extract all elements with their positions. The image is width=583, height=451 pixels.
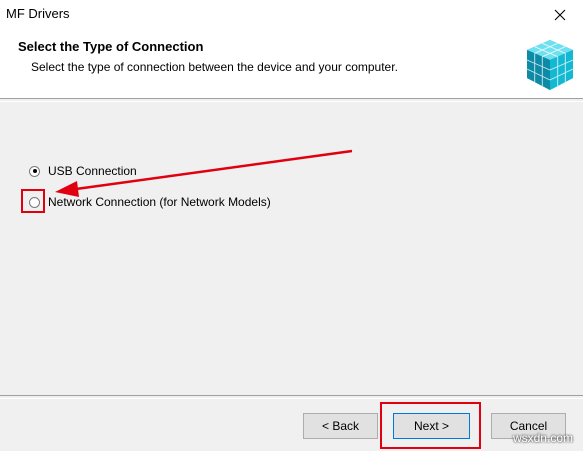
next-highlight-box bbox=[380, 402, 481, 449]
watermark-text: wsxdn.com bbox=[512, 431, 573, 445]
footer-separator bbox=[0, 395, 583, 399]
annotation-arrow bbox=[55, 149, 353, 197]
back-button[interactable]: < Back bbox=[303, 413, 378, 439]
